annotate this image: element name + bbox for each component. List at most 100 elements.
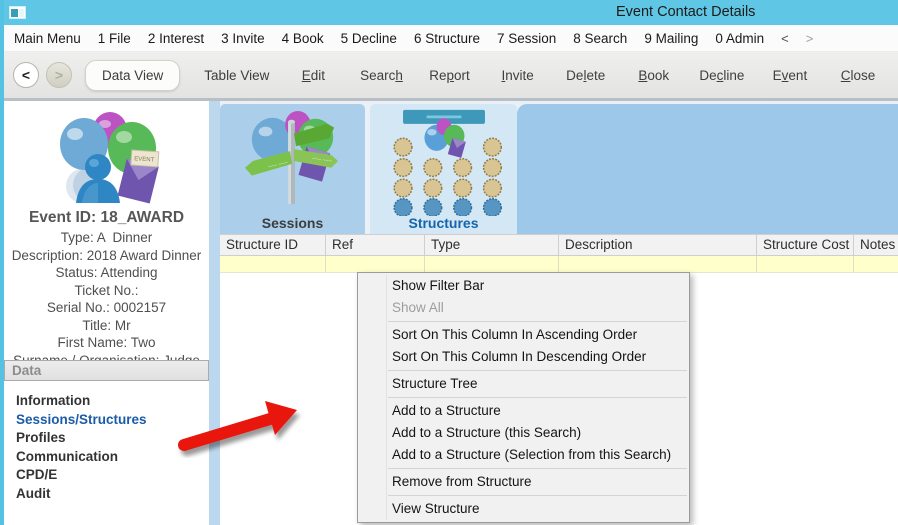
- menu-file[interactable]: 1 File: [98, 31, 131, 46]
- menu-item-structure-tree[interactable]: Structure Tree: [358, 373, 689, 395]
- table-header: Structure ID Ref Type Description Struct…: [220, 234, 898, 256]
- sessions-signpost-icon: ~~~ ~~~ ~~~ ~~~: [220, 108, 365, 213]
- tab-structures[interactable]: Structures: [370, 104, 517, 234]
- column-header-description[interactable]: Description: [559, 235, 757, 255]
- window-icon-pane: [19, 9, 24, 17]
- column-header-ref[interactable]: Ref: [326, 235, 425, 255]
- sidebar-item-audit[interactable]: Audit: [16, 485, 209, 504]
- label-part: ort: [454, 68, 470, 83]
- label-part: E: [302, 68, 311, 83]
- menu-item-add-to-structure-this-search[interactable]: Add to a Structure (this Search): [358, 422, 689, 444]
- menu-item-view-structure[interactable]: View Structure: [358, 498, 689, 520]
- ticket-no-text: Ticket No.:: [4, 282, 209, 300]
- filter-cell-structure-cost[interactable]: [757, 256, 854, 272]
- event-status-text: Status: Attending: [4, 264, 209, 282]
- label-part: ent: [788, 68, 807, 83]
- sidebar-item-sessions-structures[interactable]: Sessions/Structures: [16, 411, 209, 430]
- label-part: E: [773, 68, 782, 83]
- surname-text: Surname / Organisation: Judge: [4, 352, 209, 361]
- search-button[interactable]: Search: [347, 68, 415, 83]
- label-part: dit: [311, 68, 325, 83]
- menu-item-show-all: Show All: [358, 297, 689, 319]
- sidebar-item-cpde[interactable]: CPD/E: [16, 466, 209, 485]
- back-button[interactable]: <: [13, 62, 39, 88]
- label-part: ook: [647, 68, 669, 83]
- menu-item-remove-from-structure[interactable]: Remove from Structure: [358, 471, 689, 493]
- sidebar-divider-strip: [209, 101, 220, 525]
- report-button[interactable]: Report: [416, 68, 484, 83]
- delete-button[interactable]: Delete: [552, 68, 620, 83]
- label-part: line: [723, 68, 744, 83]
- filter-cell-structure-id[interactable]: [220, 256, 326, 272]
- menu-separator: [388, 495, 687, 496]
- tab-strip-filler-panel: [517, 104, 898, 234]
- table-view-button[interactable]: Table View: [194, 61, 279, 90]
- menu-mailing[interactable]: 9 Mailing: [644, 31, 698, 46]
- structures-grid-icon: [370, 108, 517, 221]
- column-header-structure-cost[interactable]: Structure Cost: [757, 235, 854, 255]
- menu-book[interactable]: 4 Book: [282, 31, 324, 46]
- menu-separator: [388, 321, 687, 322]
- menu-separator: [388, 468, 687, 469]
- menu-forward-arrow[interactable]: >: [806, 31, 814, 46]
- book-button[interactable]: Book: [620, 68, 688, 83]
- filter-cell-type[interactable]: [425, 256, 559, 272]
- menu-invite[interactable]: 3 Invite: [221, 31, 265, 46]
- label-part: C: [841, 68, 851, 83]
- menu-item-show-filter-bar[interactable]: Show Filter Bar: [358, 275, 689, 297]
- data-view-button[interactable]: Data View: [85, 60, 180, 91]
- menu-main-menu[interactable]: Main Menu: [14, 31, 81, 46]
- event-info: Type: A Dinner Description: 2018 Award D…: [4, 229, 209, 360]
- menu-structure[interactable]: 6 Structure: [414, 31, 480, 46]
- column-header-structure-id[interactable]: Structure ID: [220, 235, 326, 255]
- menu-item-add-to-structure[interactable]: Add to a Structure: [358, 400, 689, 422]
- edit-button[interactable]: Edit: [279, 68, 347, 83]
- menu-separator: [388, 397, 687, 398]
- close-button[interactable]: Close: [824, 68, 892, 83]
- window-icon-pane: [11, 9, 18, 17]
- label-part: Re: [429, 68, 446, 83]
- decline-button[interactable]: Decline: [688, 68, 756, 83]
- context-menu: Show Filter Bar Show All Sort On This Co…: [357, 272, 690, 523]
- menu-separator: [388, 370, 687, 371]
- toolbar: < > Data View Table View Edit Search Rep…: [4, 52, 898, 101]
- sidebar-item-information[interactable]: Information: [16, 392, 209, 411]
- event-button[interactable]: Event: [756, 68, 824, 83]
- window-icon[interactable]: [9, 6, 26, 19]
- data-group-header: Data: [4, 360, 209, 381]
- forward-button: >: [46, 62, 72, 88]
- window-title: Event Contact Details: [616, 4, 755, 20]
- event-type-text: Type: A Dinner: [4, 229, 209, 247]
- title-text: Title: Mr: [4, 317, 209, 335]
- column-header-notes[interactable]: Notes: [854, 235, 898, 255]
- tab-strip: ~~~ ~~~ ~~~ ~~~ Sessions: [220, 101, 898, 234]
- filter-cell-ref[interactable]: [326, 256, 425, 272]
- label-part: p: [447, 68, 455, 83]
- event-id-text: Event ID: 18_AWARD: [4, 209, 209, 227]
- filter-bar: [220, 256, 898, 273]
- invite-button[interactable]: Invite: [484, 68, 552, 83]
- label-part: nvite: [505, 68, 534, 83]
- menu-search[interactable]: 8 Search: [573, 31, 627, 46]
- menu-back-arrow[interactable]: <: [781, 31, 789, 46]
- menu-session[interactable]: 7 Session: [497, 31, 556, 46]
- menu-item-sort-ascending[interactable]: Sort On This Column In Ascending Order: [358, 324, 689, 346]
- sidebar-item-communication[interactable]: Communication: [16, 448, 209, 467]
- filter-cell-description[interactable]: [559, 256, 757, 272]
- balloons-person-envelope-icon: EVENT: [42, 106, 172, 206]
- sidebar-item-profiles[interactable]: Profiles: [16, 429, 209, 448]
- menu-item-sort-descending[interactable]: Sort On This Column In Descending Order: [358, 346, 689, 368]
- label-part: De: [699, 68, 716, 83]
- tab-sessions[interactable]: ~~~ ~~~ ~~~ ~~~ Sessions: [220, 104, 365, 234]
- menu-interest[interactable]: 2 Interest: [148, 31, 204, 46]
- column-header-type[interactable]: Type: [425, 235, 559, 255]
- tab-structures-label: Structures: [370, 215, 517, 231]
- filter-cell-notes[interactable]: [854, 256, 898, 272]
- label-part: ete: [586, 68, 605, 83]
- menu-decline[interactable]: 5 Decline: [341, 31, 397, 46]
- menu-admin[interactable]: 0 Admin: [715, 31, 764, 46]
- label-part: lose: [851, 68, 876, 83]
- menu-item-add-to-structure-selection[interactable]: Add to a Structure (Selection from this …: [358, 444, 689, 466]
- menu-bar: Main Menu 1 File 2 Interest 3 Invite 4 B…: [4, 25, 898, 52]
- title-bar: Event Contact Details: [4, 0, 898, 25]
